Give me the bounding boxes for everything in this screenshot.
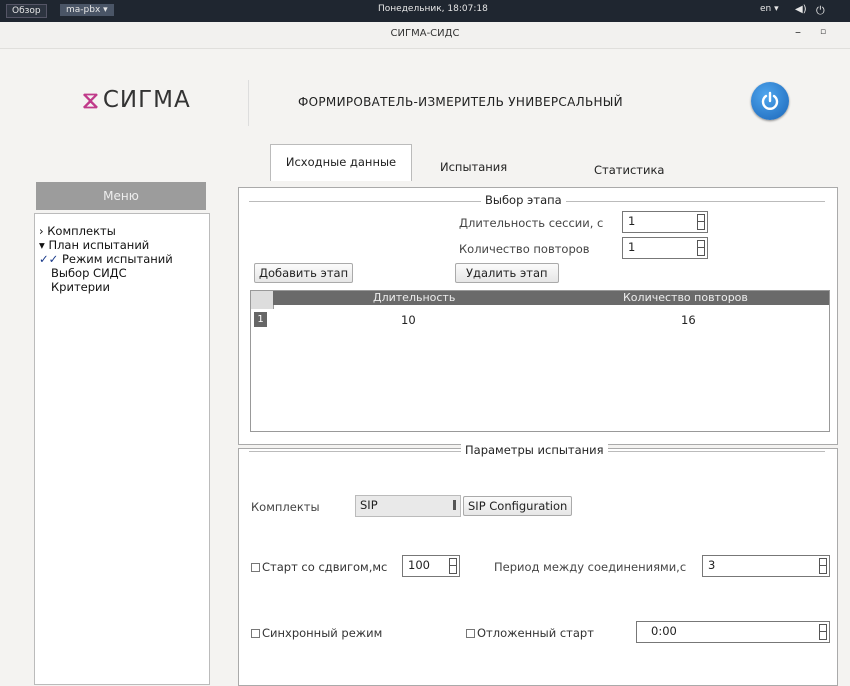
- tab-statistics[interactable]: Статистика: [594, 163, 664, 177]
- sync-mode-label: Синхронный режим: [262, 626, 383, 640]
- power-button[interactable]: [751, 82, 789, 120]
- chevron-right-icon: ›: [39, 224, 44, 238]
- delete-stage-button[interactable]: Удалить этап: [455, 263, 559, 283]
- add-stage-button[interactable]: Добавить этап: [254, 263, 354, 283]
- tab-source-data[interactable]: Исходные данные: [270, 144, 412, 181]
- spin-arrows-icon[interactable]: [449, 558, 457, 574]
- sip-configuration-button[interactable]: SIP Configuration: [463, 496, 573, 516]
- minimize-button[interactable]: –: [795, 25, 801, 39]
- duration-label: Длительность сессии, с: [459, 216, 604, 230]
- kits-label: Комплекты: [251, 500, 320, 514]
- table-corner: [251, 291, 274, 309]
- period-label: Период между соединениями,с: [494, 560, 687, 574]
- column-header-duration[interactable]: Длительность: [373, 291, 455, 304]
- spin-arrows-icon[interactable]: [819, 624, 827, 640]
- dropdown-icon: [453, 500, 456, 510]
- menu-item-label: Критерии: [51, 280, 110, 294]
- spin-arrows-icon[interactable]: [697, 240, 705, 256]
- menu-item-criteria[interactable]: Критерии: [51, 280, 110, 294]
- menu-item-sids-select[interactable]: Выбор СИДС: [51, 266, 127, 280]
- repeats-value: 1: [628, 240, 636, 254]
- window-title-bar: СИГМА-СИДС – ▫: [0, 22, 850, 49]
- menu-item-kits[interactable]: › Комплекты: [39, 224, 116, 238]
- menu-item-test-plan[interactable]: ▾ План испытаний: [39, 238, 149, 252]
- checkbox-icon[interactable]: [251, 563, 260, 572]
- header-divider: [248, 80, 249, 126]
- period-value: 3: [708, 558, 716, 572]
- delayed-start-checkbox[interactable]: Отложенный старт: [466, 626, 594, 640]
- column-header-repeats[interactable]: Количество повторов: [623, 291, 748, 304]
- app-menu[interactable]: ma-pbx ▾: [60, 4, 114, 16]
- params-legend: Параметры испытания: [461, 443, 608, 457]
- menu-item-label: Комплекты: [47, 224, 116, 238]
- hourglass-icon: ⧖: [82, 86, 99, 114]
- duration-value: 1: [628, 214, 636, 228]
- start-offset-spinbox[interactable]: 100: [402, 555, 460, 577]
- kits-combobox[interactable]: SIP: [355, 495, 461, 517]
- period-spinbox[interactable]: 3: [702, 555, 830, 577]
- power-icon: [761, 91, 779, 110]
- checkbox-icon[interactable]: [251, 629, 260, 638]
- clock[interactable]: Понедельник, 18:07:18: [378, 4, 488, 14]
- start-offset-value: 100: [408, 558, 430, 572]
- delayed-start-value: 0:00: [651, 624, 677, 638]
- menu-item-label: План испытаний: [48, 238, 150, 252]
- system-top-bar: Обзор ma-pbx ▾ Понедельник, 18:07:18 en …: [0, 0, 850, 22]
- chevron-down-icon: ▾: [39, 238, 45, 252]
- repeats-label: Количество повторов: [459, 242, 590, 256]
- repeats-spinbox[interactable]: 1: [622, 237, 708, 259]
- menu-item-label: Выбор СИДС: [51, 266, 127, 280]
- row-number[interactable]: 1: [254, 312, 267, 327]
- logo: ⧖ СИГМА: [82, 86, 191, 114]
- page-title: ФОРМИРОВАТЕЛЬ-ИЗМЕРИТЕЛЬ УНИВЕРСАЛЬНЫЙ: [298, 95, 623, 109]
- stage-legend: Выбор этапа: [481, 193, 566, 207]
- delayed-start-spinbox[interactable]: 0:00: [636, 621, 830, 643]
- menu-item-label: Режим испытаний: [61, 252, 173, 266]
- cell-repeats[interactable]: 16: [681, 313, 696, 327]
- power-icon[interactable]: ⏻: [816, 4, 825, 18]
- checkbox-icon[interactable]: [466, 629, 475, 638]
- stage-table: Длительность Количество повторов 1 10 16: [250, 290, 830, 432]
- duration-spinbox[interactable]: 1: [622, 211, 708, 233]
- overview-button[interactable]: Обзор: [6, 4, 47, 18]
- spin-arrows-icon[interactable]: [819, 558, 827, 574]
- cell-duration[interactable]: 10: [401, 313, 416, 327]
- menu-tree: › Комплекты ▾ План испытаний ✓✓ Режим ис…: [34, 213, 210, 685]
- check-icon: ✓✓: [39, 252, 59, 266]
- window-title: СИГМА-СИДС: [390, 28, 460, 39]
- sync-mode-checkbox[interactable]: Синхронный режим: [251, 626, 382, 640]
- language-indicator[interactable]: en ▾: [760, 4, 779, 14]
- start-offset-checkbox[interactable]: Старт со сдвигом,мс: [251, 560, 387, 574]
- tab-tests[interactable]: Испытания: [440, 160, 507, 174]
- maximize-button[interactable]: ▫: [820, 27, 826, 37]
- spin-arrows-icon[interactable]: [697, 214, 705, 230]
- delayed-start-label: Отложенный старт: [477, 626, 594, 640]
- menu-item-test-mode[interactable]: ✓✓ Режим испытаний: [39, 252, 173, 266]
- logo-text: СИГМА: [102, 87, 191, 113]
- kits-value: SIP: [360, 498, 378, 512]
- table-header: Длительность Количество повторов: [273, 291, 829, 305]
- menu-header: Меню: [36, 182, 206, 210]
- volume-icon[interactable]: ◀): [795, 4, 807, 15]
- start-offset-label: Старт со сдвигом,мс: [262, 560, 388, 574]
